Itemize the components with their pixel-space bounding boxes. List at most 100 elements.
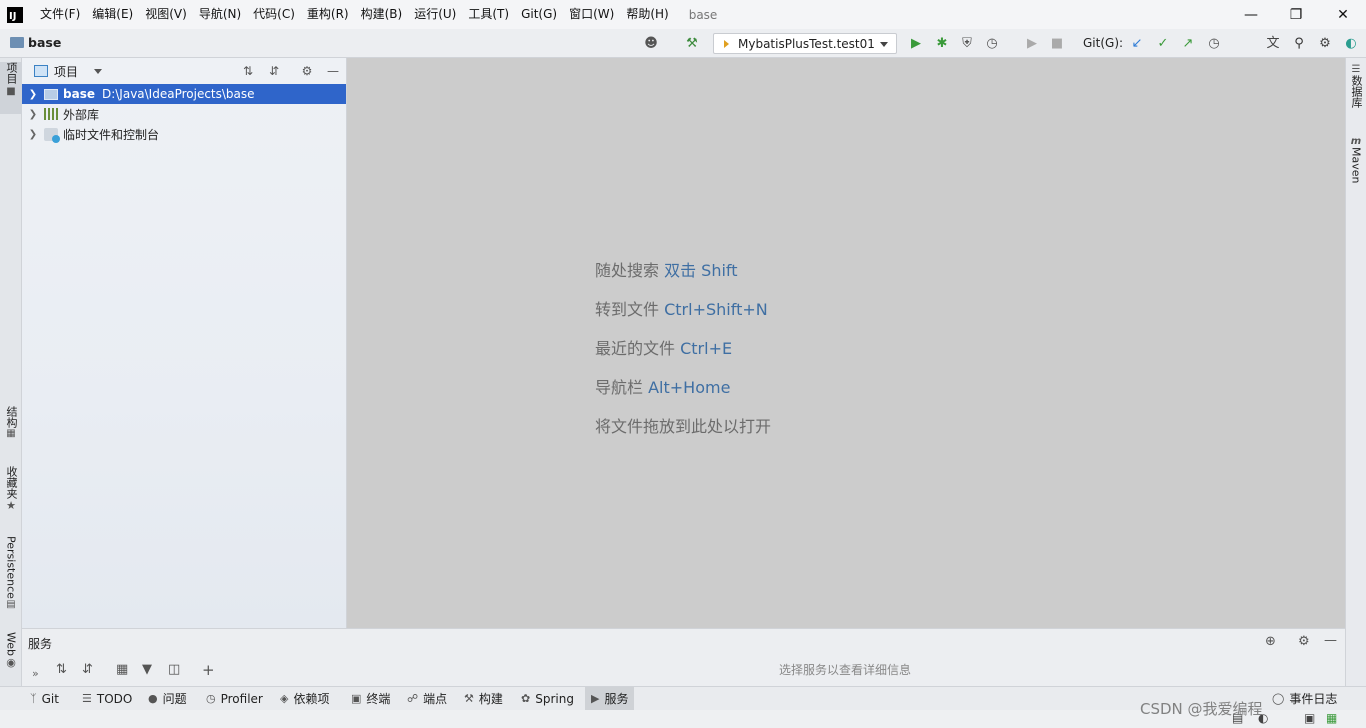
right-tool-stripe: ☰ 数据库 m Maven	[1345, 58, 1366, 686]
group-icon[interactable]: ▦	[116, 662, 128, 677]
menu-refactor[interactable]: 重构(R)	[301, 0, 355, 29]
coverage-icon[interactable]: ⛨	[959, 35, 975, 51]
spring-leaf-icon: ✿	[521, 692, 531, 705]
tree-item-scratches[interactable]: ❯ 临时文件和控制台	[22, 124, 346, 144]
minimize-button[interactable]: —	[1228, 0, 1274, 29]
chevron-down-icon[interactable]	[94, 68, 103, 74]
hide-panel-icon[interactable]: —	[1324, 633, 1337, 648]
navigation-toolbar: base ☻ ⚒ MybatisPlusTest.test01 ▶ ✱ ⛨ ◷ …	[0, 29, 1366, 58]
tab-structure[interactable]: 结构 ▦	[0, 406, 22, 446]
layout-icon[interactable]: ▣	[1304, 711, 1315, 725]
debug-icon[interactable]: ✱	[934, 35, 950, 51]
breadcrumb-project: base	[28, 35, 62, 50]
hint-recent-files: 最近的文件 Ctrl+E	[595, 335, 732, 359]
menu-edit[interactable]: 编辑(E)	[86, 0, 139, 29]
run-icon[interactable]: ▶	[908, 35, 924, 51]
tab-project-label: 项目	[5, 62, 18, 84]
breadcrumb[interactable]: base	[10, 35, 61, 50]
tab-spring[interactable]: ✿ Spring	[521, 687, 574, 710]
more-icon[interactable]: »	[32, 667, 39, 680]
resume-icon[interactable]: ▶	[1024, 35, 1040, 51]
search-icon[interactable]: ⚲	[1291, 35, 1307, 51]
services-icon: ▶	[591, 692, 600, 705]
build-hammer-icon[interactable]: ⚒	[684, 35, 700, 51]
tab-maven[interactable]: m Maven	[1346, 136, 1366, 192]
tab-dependencies[interactable]: ◈ 依赖项	[280, 687, 329, 710]
hint-label: 随处搜索	[595, 261, 665, 280]
tree-item-base[interactable]: ❯ base D:\Java\IdeaProjects\base	[22, 84, 346, 104]
git-label: Git(G):	[1083, 36, 1124, 50]
crosshair-icon[interactable]: ⊕	[1265, 634, 1276, 649]
git-history-icon[interactable]: ◷	[1206, 35, 1222, 51]
new-tab-icon[interactable]: ◫	[168, 662, 180, 677]
tab-database[interactable]: ☰ 数据库	[1346, 64, 1366, 120]
gear-icon[interactable]: ⚙	[299, 63, 315, 79]
tree-item-label: 外部库	[63, 107, 100, 122]
plugin-status-icon[interactable]: ▦	[1326, 711, 1337, 725]
tab-build[interactable]: ⚒ 构建	[464, 687, 503, 710]
menu-build[interactable]: 构建(B)	[355, 0, 409, 29]
gear-icon[interactable]: ⚙	[1317, 35, 1333, 51]
menu-help[interactable]: 帮助(H)	[620, 0, 674, 29]
tab-todo[interactable]: ☰ TODO	[82, 687, 132, 710]
git-commit-icon[interactable]: ✓	[1155, 35, 1171, 51]
hint-search-everywhere: 随处搜索 双击 Shift	[595, 257, 738, 281]
tab-web[interactable]: Web ◉	[0, 632, 22, 682]
tab-git-label: Git	[41, 691, 59, 706]
run-configuration-select[interactable]: MybatisPlusTest.test01	[713, 33, 897, 54]
project-panel-title[interactable]: 项目	[54, 63, 78, 80]
restore-button[interactable]: ❐	[1273, 0, 1319, 29]
add-icon[interactable]: +	[202, 661, 215, 679]
tab-services[interactable]: ▶ 服务	[585, 687, 635, 710]
git-update-icon[interactable]: ↙	[1129, 35, 1145, 51]
chevron-right-icon[interactable]: ❯	[22, 109, 44, 120]
chevron-right-icon[interactable]: ❯	[22, 89, 44, 100]
tab-problems-label: 问题	[162, 692, 187, 706]
tab-profiler[interactable]: ◷ Profiler	[206, 687, 263, 710]
stop-icon[interactable]: ■	[1049, 35, 1065, 51]
persistence-icon: ▤	[6, 598, 16, 610]
tree-item-path: D:\Java\IdeaProjects\base	[101, 87, 255, 101]
filter-icon[interactable]: ▼	[142, 662, 152, 677]
menu-file[interactable]: 文件(F)	[34, 0, 86, 29]
profile-icon[interactable]: ◷	[984, 35, 1000, 51]
tab-terminal[interactable]: ▣ 终端	[351, 687, 390, 710]
translate-icon[interactable]: 文	[1265, 35, 1281, 51]
hide-panel-icon[interactable]: —	[325, 63, 341, 79]
menu-navigate[interactable]: 导航(N)	[193, 0, 247, 29]
plugin-icon[interactable]: ◐	[1343, 35, 1359, 51]
tab-dependencies-label: 依赖项	[293, 692, 330, 706]
collapse-all-icon[interactable]: ⇵	[82, 662, 93, 677]
menu-run[interactable]: 运行(U)	[408, 0, 462, 29]
tab-project[interactable]: 项目 ■	[0, 62, 22, 114]
tree-item-external-libraries[interactable]: ❯ 外部库	[22, 104, 346, 124]
tree-item-label: 临时文件和控制台	[63, 127, 160, 142]
tab-problems[interactable]: ● 问题	[148, 687, 187, 710]
event-log-label: 事件日志	[1289, 692, 1338, 706]
git-push-icon[interactable]: ↗	[1180, 35, 1196, 51]
hint-shortcut: Ctrl+E	[680, 339, 733, 358]
menu-code[interactable]: 代码(C)	[247, 0, 301, 29]
globe-icon: ◉	[6, 655, 16, 669]
user-icon[interactable]: ☻	[643, 35, 659, 51]
tab-persistence[interactable]: Persistence ▤	[0, 536, 22, 616]
gear-icon[interactable]: ⚙	[1298, 634, 1310, 649]
tab-endpoints-label: 端点	[423, 692, 448, 706]
menu-tools[interactable]: 工具(T)	[462, 0, 515, 29]
project-view-icon	[34, 65, 48, 77]
expand-all-icon[interactable]: ⇅	[56, 662, 67, 677]
expand-all-icon[interactable]: ⇅	[240, 63, 256, 79]
tab-endpoints[interactable]: ☍ 端点	[407, 687, 447, 710]
menu-view[interactable]: 视图(V)	[139, 0, 193, 29]
chevron-right-icon[interactable]: ❯	[22, 129, 44, 140]
tab-favorites[interactable]: 收藏夹 ★	[0, 466, 22, 520]
collapse-all-icon[interactable]: ⇵	[266, 63, 282, 79]
menu-git[interactable]: Git(G)	[515, 0, 563, 29]
git-branch-icon: ᛉ	[30, 692, 37, 705]
close-button[interactable]: ✕	[1320, 0, 1366, 29]
menu-window[interactable]: 窗口(W)	[563, 0, 620, 29]
project-panel-header: 项目	[22, 58, 346, 84]
maven-icon: m	[1350, 136, 1362, 147]
event-log-button[interactable]: ◯ 事件日志	[1272, 687, 1337, 710]
tab-git[interactable]: ᛉ Git	[30, 687, 59, 710]
